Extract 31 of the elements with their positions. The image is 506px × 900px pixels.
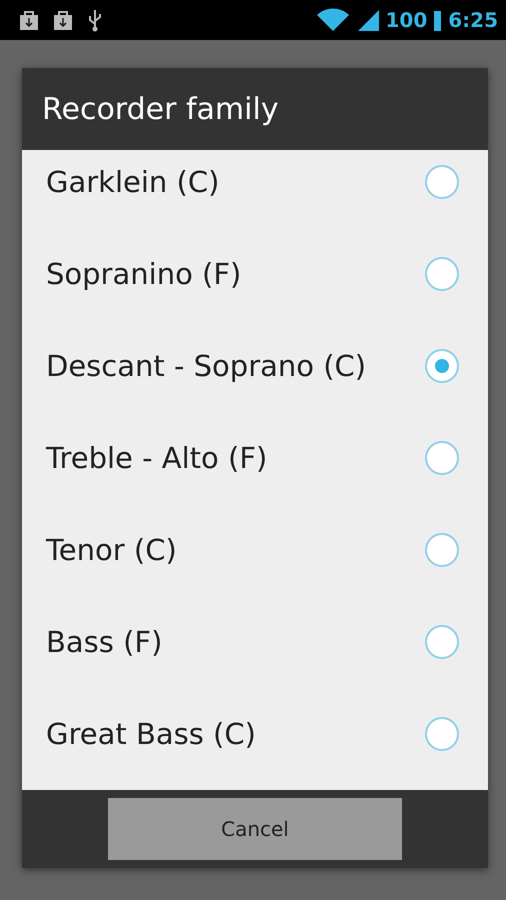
radio-button[interactable] bbox=[424, 624, 460, 660]
option-label: Sopranino (F) bbox=[46, 257, 242, 291]
option-item[interactable]: Tenor (C) bbox=[22, 504, 488, 596]
option-item[interactable]: Garklein (C) bbox=[22, 150, 488, 228]
option-item[interactable]: Descant - Soprano (C) bbox=[22, 320, 488, 412]
usb-icon bbox=[86, 8, 104, 32]
radio-button[interactable] bbox=[424, 256, 460, 292]
radio-button[interactable] bbox=[424, 716, 460, 752]
radio-button[interactable] bbox=[424, 532, 460, 568]
wifi-icon bbox=[316, 8, 350, 32]
option-label: Garklein (C) bbox=[46, 165, 220, 199]
option-item[interactable]: Great Bass (C) bbox=[22, 688, 488, 780]
radio-button[interactable] bbox=[424, 164, 460, 200]
option-label: Treble - Alto (F) bbox=[46, 441, 268, 475]
dialog-title: Recorder family bbox=[22, 68, 488, 150]
cancel-button[interactable]: Cancel bbox=[108, 798, 402, 860]
radio-button[interactable] bbox=[424, 440, 460, 476]
option-item[interactable]: Sopranino (F) bbox=[22, 228, 488, 320]
radio-button[interactable] bbox=[424, 348, 460, 384]
battery-level: 100 bbox=[386, 8, 428, 32]
clock: 6:25 bbox=[448, 8, 498, 32]
option-item[interactable]: Treble - Alto (F) bbox=[22, 412, 488, 504]
download-icon bbox=[18, 9, 40, 31]
download-icon bbox=[52, 9, 74, 31]
option-label: Bass (F) bbox=[46, 625, 162, 659]
option-label: Great Bass (C) bbox=[46, 717, 256, 751]
option-label: Tenor (C) bbox=[46, 533, 177, 567]
signal-icon bbox=[356, 8, 380, 32]
option-item[interactable]: Bass (F) bbox=[22, 596, 488, 688]
option-label: Descant - Soprano (C) bbox=[46, 349, 366, 383]
battery-icon bbox=[433, 8, 442, 32]
